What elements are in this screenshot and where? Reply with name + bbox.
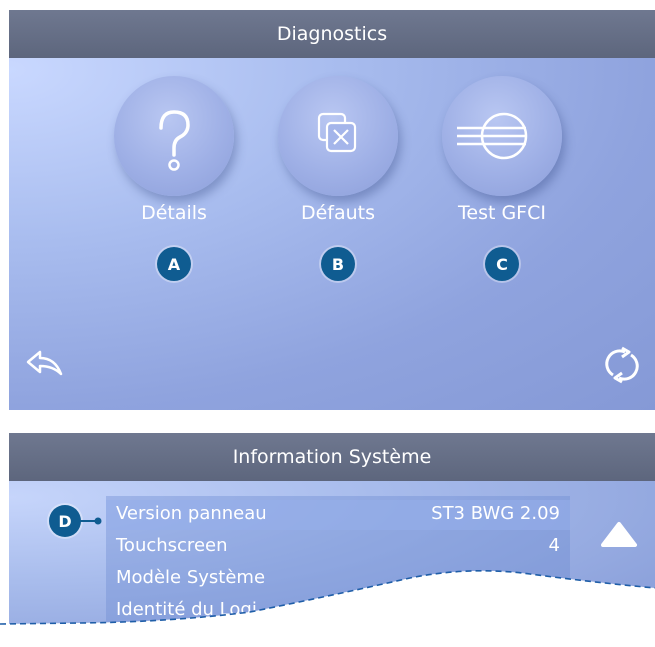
info-row-value: ST3 BWG 2.09: [431, 503, 560, 524]
gfci-icon: [457, 112, 528, 160]
marker-c: C: [485, 247, 519, 281]
callout-line: [80, 517, 102, 525]
details-button[interactable]: [114, 76, 234, 196]
gfci-test-button[interactable]: [442, 76, 562, 196]
diagnostics-title-bar: Diagnostics: [9, 10, 655, 58]
system-info-title: Information Système: [232, 446, 432, 468]
marker-b: B: [321, 247, 355, 281]
info-row-value: 4: [548, 535, 560, 556]
system-info-list: Version panneau ST3 BWG 2.09 Touchscreen…: [106, 496, 570, 647]
question-icon: [159, 110, 190, 171]
scroll-up-icon[interactable]: [597, 519, 641, 549]
marker-d: D: [49, 505, 81, 537]
back-arrow-icon[interactable]: [25, 348, 65, 380]
info-row-key: Touchscreen: [116, 535, 228, 556]
faults-label: Défauts: [300, 202, 376, 224]
info-row-key: Identité du Logi: [116, 599, 257, 620]
info-row-panel-version[interactable]: Version panneau ST3 BWG 2.09: [106, 500, 570, 530]
diagnostics-panel: Diagnostics Détails A Défauts B Test GFC…: [9, 10, 655, 410]
info-row-key: Version panneau: [116, 503, 267, 524]
gfci-test-label: Test GFCI: [458, 202, 546, 224]
info-row-system-model[interactable]: Modèle Système: [106, 564, 570, 594]
refresh-icon[interactable]: [603, 346, 641, 384]
info-row-key: Modèle Système: [116, 567, 266, 588]
marker-a: A: [157, 247, 191, 281]
info-row-touchscreen[interactable]: Touchscreen 4: [106, 532, 570, 562]
info-row-software-id[interactable]: Identité du Logi: [106, 596, 570, 626]
faults-icon: [317, 112, 357, 153]
system-info-title-bar: Information Système: [9, 433, 655, 481]
diagnostics-title: Diagnostics: [276, 23, 388, 45]
details-label: Détails: [141, 202, 207, 224]
system-info-panel: Information Système Version panneau ST3 …: [9, 433, 655, 647]
faults-button[interactable]: [278, 76, 398, 196]
